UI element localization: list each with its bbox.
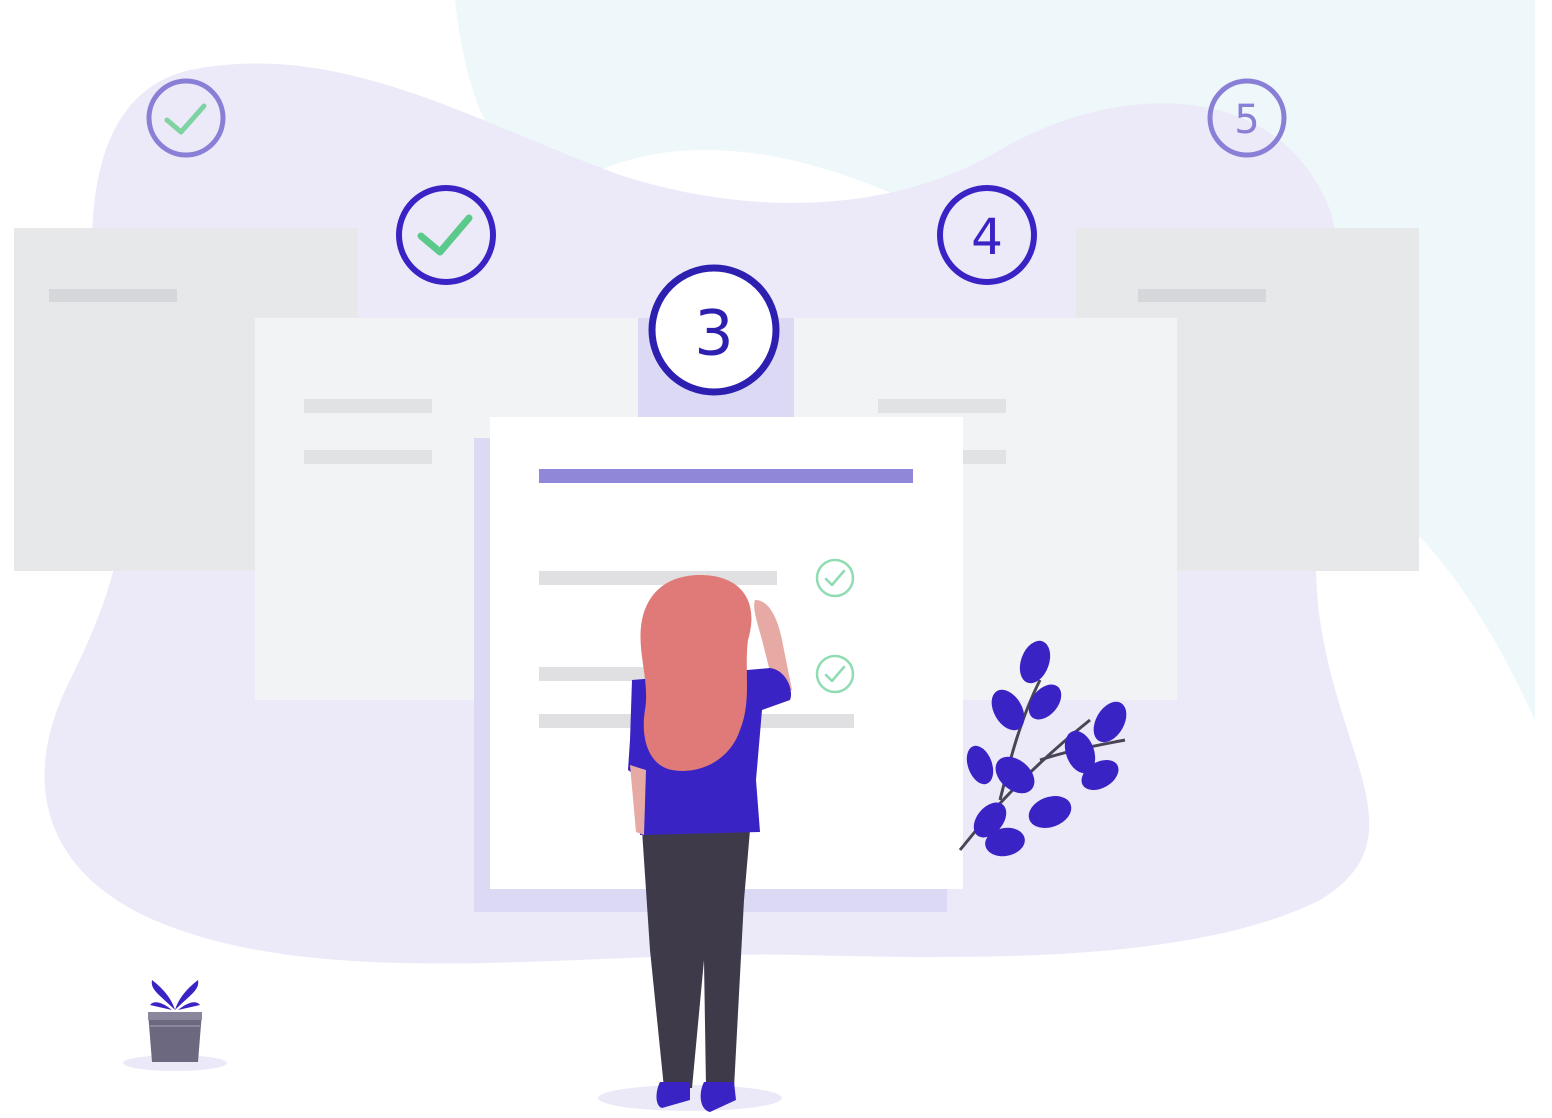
placeholder-line [304, 450, 432, 464]
form-field-line [539, 571, 777, 585]
placeholder-line [960, 450, 1006, 464]
form-field-line [539, 667, 649, 681]
placeholder-line [878, 399, 1006, 413]
step-3-label: 3 [694, 297, 733, 370]
form-header-bar [539, 469, 913, 483]
onboarding-illustration: 3 4 5 [14, 0, 1535, 1112]
step-3-current: 3 [648, 264, 780, 396]
potted-plant-icon [123, 980, 227, 1071]
placeholder-line [49, 289, 177, 302]
placeholder-line [304, 399, 432, 413]
step-5-label: 5 [1234, 97, 1259, 143]
placeholder-line [1138, 289, 1266, 302]
step-4-label: 4 [971, 208, 1003, 266]
